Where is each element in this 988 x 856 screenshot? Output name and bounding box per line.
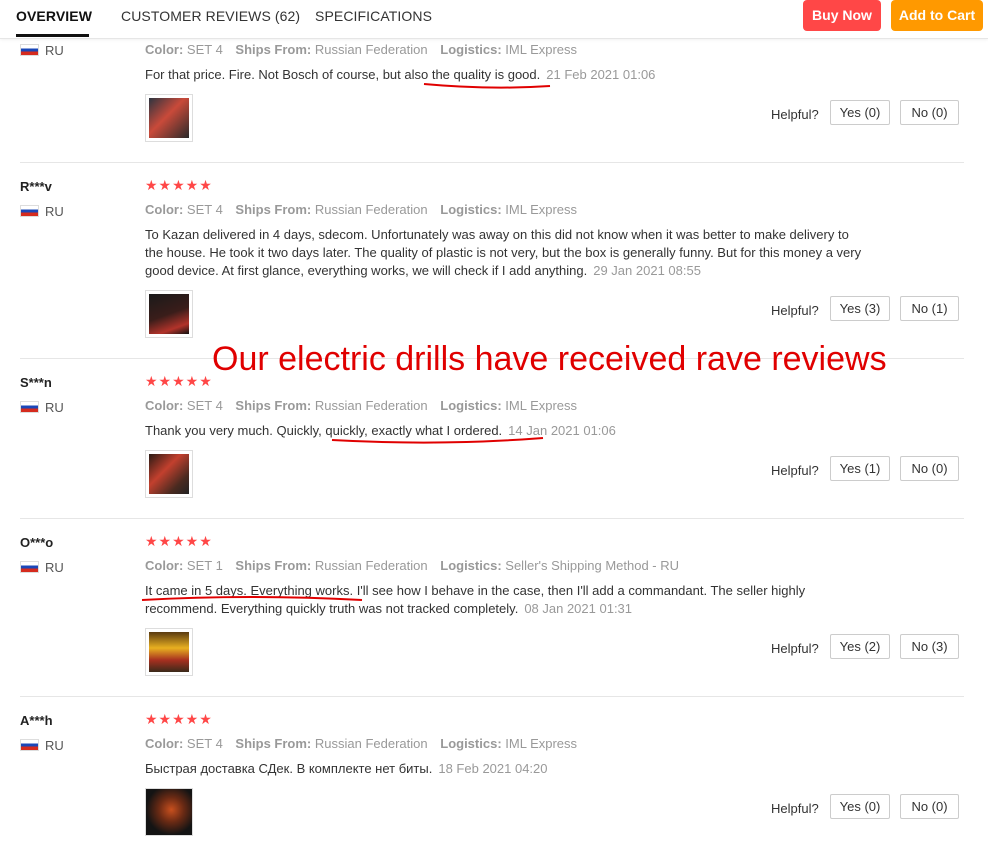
review-photo-thumbnail[interactable] — [145, 628, 193, 676]
reviewer-name: R***v — [20, 179, 52, 194]
buy-now-button[interactable]: Buy Now — [803, 0, 881, 31]
review-text: Быстрая доставка СДек. В комплекте нет б… — [145, 761, 548, 776]
helpful-label: Helpful? — [771, 801, 819, 816]
review-photo-thumbnail[interactable] — [145, 788, 193, 836]
annotation-underline — [423, 83, 551, 89]
review-text: For that price. Fire. Not Bosch of cours… — [145, 67, 656, 82]
tab-customer-reviews[interactable]: CUSTOMER REVIEWS (62) — [121, 8, 300, 24]
review-photo-thumbnail[interactable] — [145, 94, 193, 142]
helpful-no-button[interactable]: No (3) — [900, 634, 959, 659]
helpful-label: Helpful? — [771, 641, 819, 656]
reviewer-name: A***h — [20, 713, 53, 728]
helpful-no-button[interactable]: No (0) — [900, 100, 959, 125]
russia-flag-icon — [20, 44, 39, 56]
russia-flag-icon — [20, 205, 39, 217]
tab-specifications[interactable]: SPECIFICATIONS — [315, 8, 432, 24]
review-country: RU — [20, 738, 64, 753]
helpful-label: Helpful? — [771, 107, 819, 122]
review-divider — [20, 696, 964, 697]
review-text: To Kazan delivered in 4 days, sdecom. Un… — [145, 227, 862, 278]
star-rating: ★★★★★ — [145, 177, 213, 193]
review-date: 21 Feb 2021 01:06 — [546, 67, 656, 82]
helpful-yes-button[interactable]: Yes (0) — [830, 794, 890, 819]
helpful-no-button[interactable]: No (1) — [900, 296, 959, 321]
star-rating: ★★★★★ — [145, 711, 213, 727]
tab-overview[interactable]: OVERVIEW — [16, 8, 92, 24]
helpful-yes-button[interactable]: Yes (1) — [830, 456, 890, 481]
helpful-yes-button[interactable]: Yes (0) — [830, 100, 890, 125]
review-meta: Color: SET 4 Ships From: Russian Federat… — [145, 202, 578, 217]
helpful-no-button[interactable]: No (0) — [900, 456, 959, 481]
review-date: 08 Jan 2021 01:31 — [524, 601, 633, 616]
review-country: RU — [20, 400, 64, 415]
helpful-no-button[interactable]: No (0) — [900, 794, 959, 819]
review-photo-thumbnail[interactable] — [145, 450, 193, 498]
helpful-yes-button[interactable]: Yes (3) — [830, 296, 890, 321]
review-country: RU — [20, 560, 64, 575]
star-rating: ★★★★★ — [145, 373, 213, 389]
review-date: 29 Jan 2021 08:55 — [593, 263, 701, 278]
russia-flag-icon — [20, 739, 39, 751]
review-meta: Color: SET 1 Ships From: Russian Federat… — [145, 558, 680, 573]
reviewer-name: O***o — [20, 535, 54, 550]
review-date: 18 Feb 2021 04:20 — [438, 761, 548, 776]
review-meta: Color: SET 4 Ships From: Russian Federat… — [145, 398, 578, 413]
helpful-yes-button[interactable]: Yes (2) — [830, 634, 890, 659]
active-tab-indicator — [16, 34, 89, 37]
promo-caption: Our electric drills have received rave r… — [212, 340, 887, 378]
helpful-label: Helpful? — [771, 463, 819, 478]
review-meta: Color: SET 4 Ships From: Russian Federat… — [145, 736, 578, 751]
review-date: 14 Jan 2021 01:06 — [508, 423, 616, 438]
review-text: It came in 5 days. Everything works. I'l… — [145, 583, 806, 616]
product-tab-bar: OVERVIEW CUSTOMER REVIEWS (62) SPECIFICA… — [0, 0, 988, 39]
review-country: RU — [20, 43, 64, 58]
review-country: RU — [20, 204, 64, 219]
helpful-label: Helpful? — [771, 303, 819, 318]
russia-flag-icon — [20, 561, 39, 573]
reviewer-name: S***n — [20, 375, 52, 390]
review-divider — [20, 162, 964, 163]
russia-flag-icon — [20, 401, 39, 413]
review-text: Thank you very much. Quickly, quickly, e… — [145, 423, 616, 438]
add-to-cart-button[interactable]: Add to Cart — [891, 0, 983, 31]
star-rating: ★★★★★ — [145, 533, 213, 549]
review-photo-thumbnail[interactable] — [145, 290, 193, 338]
review-meta: Color: SET 4 Ships From: Russian Federat… — [145, 42, 578, 57]
review-divider — [20, 518, 964, 519]
